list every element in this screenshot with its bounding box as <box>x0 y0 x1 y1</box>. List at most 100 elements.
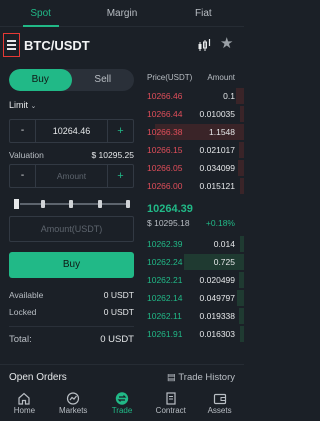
ask-depth-bar <box>239 142 244 158</box>
trade-history-label: Trade History <box>178 372 235 383</box>
bid-row[interactable]: 10261.91 0.016303 <box>147 325 244 343</box>
trade-history-link[interactable]: ▤ Trade History <box>167 372 235 383</box>
ask-depth-bar <box>238 160 244 176</box>
bid-amount: 0.016303 <box>199 329 235 339</box>
ask-row[interactable]: 10266.44 0.010035 <box>147 105 244 123</box>
amount-decrease-button[interactable]: - <box>10 165 36 187</box>
ask-amount: 0.1 <box>223 91 235 101</box>
locked-value: 0 USDT <box>103 307 134 317</box>
bid-amount: 0.020499 <box>199 275 235 285</box>
chevron-down-icon: ⌄ <box>30 103 37 110</box>
ask-row[interactable]: 10266.00 0.015121 <box>147 177 244 195</box>
nav-assets[interactable]: Assets <box>195 390 244 421</box>
nav-assets-label: Assets <box>207 406 232 415</box>
bid-row[interactable]: 10262.14 0.049797 <box>147 289 244 307</box>
price-change: +0.18% <box>205 218 235 228</box>
nav-trade[interactable]: Trade <box>98 390 147 421</box>
slider-node-100[interactable] <box>126 200 130 208</box>
pair-header: BTC/USDT ★ <box>0 30 244 60</box>
amount-stepper: - Amount + <box>9 164 134 188</box>
bid-row[interactable]: 10262.39 0.014 <box>147 235 244 253</box>
amount-input[interactable]: Amount <box>36 171 107 181</box>
tab-margin[interactable]: Margin <box>81 0 162 27</box>
valuation-value: $ 10295.25 <box>91 150 134 160</box>
last-price: 10264.39 <box>147 203 193 215</box>
order-type-select[interactable]: Limit ⌄ <box>9 100 36 110</box>
order-type-label: Limit <box>9 100 29 110</box>
tab-spot[interactable]: Spot <box>0 0 81 27</box>
nav-contract[interactable]: Contract <box>146 390 195 421</box>
menu-icon[interactable] <box>3 33 20 57</box>
bid-depth-bar <box>240 326 244 342</box>
assets-icon <box>213 393 226 405</box>
bid-depth-bar <box>239 308 244 324</box>
bid-row[interactable]: 10262.21 0.020499 <box>147 271 244 289</box>
nav-home-label: Home <box>13 406 36 415</box>
bid-price: 10261.91 <box>147 329 183 339</box>
open-orders-title[interactable]: Open Orders <box>9 372 67 383</box>
valuation-row: Valuation $ 10295.25 <box>9 150 134 160</box>
bid-price: 10262.24 <box>147 257 183 267</box>
nav-home[interactable]: Home <box>0 390 49 421</box>
history-icon: ▤ <box>166 372 176 383</box>
ask-amount: 0.021017 <box>199 145 235 155</box>
price-input[interactable]: 10264.46 <box>36 126 107 136</box>
open-orders-bar: Open Orders ▤ Trade History <box>0 364 244 388</box>
locked-row: Locked 0 USDT <box>9 307 134 317</box>
ask-price: 10266.38 <box>147 127 183 137</box>
amount-percent-slider[interactable] <box>9 198 134 210</box>
amount-increase-button[interactable]: + <box>107 165 133 187</box>
locked-label: Locked <box>9 307 37 317</box>
tab-fiat[interactable]: Fiat <box>163 0 244 27</box>
total-row: Total: 0 USDT <box>9 334 134 345</box>
sell-tab[interactable]: Sell <box>72 69 135 91</box>
slider-handle[interactable] <box>13 198 20 210</box>
bottom-nav: Home Markets Trade Contract Assets <box>0 390 244 421</box>
bid-row[interactable]: 10262.24 0.725 <box>147 253 244 271</box>
amount-column-header: Amount <box>207 73 235 82</box>
favorite-star-icon[interactable]: ★ <box>220 36 233 52</box>
last-price-block: 10264.39 $ 10295.18 +0.18% <box>147 195 235 235</box>
total-amount-input[interactable]: Amount(USDT) <box>9 216 134 242</box>
ask-price: 10266.15 <box>147 145 183 155</box>
slider-node-25[interactable] <box>41 200 45 208</box>
nav-trade-label: Trade <box>111 406 133 415</box>
price-stepper: - 10264.46 + <box>9 119 134 143</box>
divider <box>9 326 134 327</box>
ask-price: 10266.05 <box>147 163 183 173</box>
ask-row[interactable]: 10266.15 0.021017 <box>147 141 244 159</box>
pair-title[interactable]: BTC/USDT <box>24 38 90 53</box>
buy-tab[interactable]: Buy <box>9 69 72 91</box>
price-column-header: Price(USDT) <box>147 73 193 82</box>
ask-row[interactable]: 10266.46 0.1 <box>147 87 244 105</box>
available-label: Available <box>9 290 44 300</box>
price-decrease-button[interactable]: - <box>10 120 36 142</box>
price-increase-button[interactable]: + <box>107 120 133 142</box>
ask-row[interactable]: 10266.38 1.1548 <box>147 123 244 141</box>
order-book: Price(USDT) Amount 10266.46 0.1 10266.44 0.… <box>147 69 244 343</box>
markets-icon <box>67 392 80 405</box>
total-value: 0 USDT <box>100 334 134 345</box>
nav-contract-label: Contract <box>155 406 186 415</box>
ask-amount: 0.034099 <box>199 163 235 173</box>
ask-amount: 0.015121 <box>199 181 235 191</box>
slider-node-50[interactable] <box>69 200 73 208</box>
order-book-header: Price(USDT) Amount <box>147 69 235 87</box>
candlestick-chart-icon[interactable] <box>197 38 211 52</box>
bid-row[interactable]: 10262.11 0.019338 <box>147 307 244 325</box>
nav-markets[interactable]: Markets <box>49 390 98 421</box>
ask-depth-bar <box>236 88 244 104</box>
trade-icon <box>115 392 129 405</box>
ask-list: 10266.46 0.1 10266.44 0.010035 10266.38 1.154… <box>147 87 244 195</box>
ask-row[interactable]: 10266.05 0.034099 <box>147 159 244 177</box>
bid-price: 10262.14 <box>147 293 183 303</box>
trade-form: Buy Sell Limit ⌄ - 10264.46 + Valuation … <box>9 69 134 345</box>
buy-sell-toggle: Buy Sell <box>9 69 134 91</box>
ask-depth-bar <box>240 178 244 194</box>
ask-amount: 1.1548 <box>209 127 235 137</box>
bid-price: 10262.21 <box>147 275 183 285</box>
valuation-label: Valuation <box>9 150 44 160</box>
buy-button[interactable]: Buy <box>9 252 134 278</box>
slider-node-75[interactable] <box>98 200 102 208</box>
home-icon <box>18 392 30 405</box>
